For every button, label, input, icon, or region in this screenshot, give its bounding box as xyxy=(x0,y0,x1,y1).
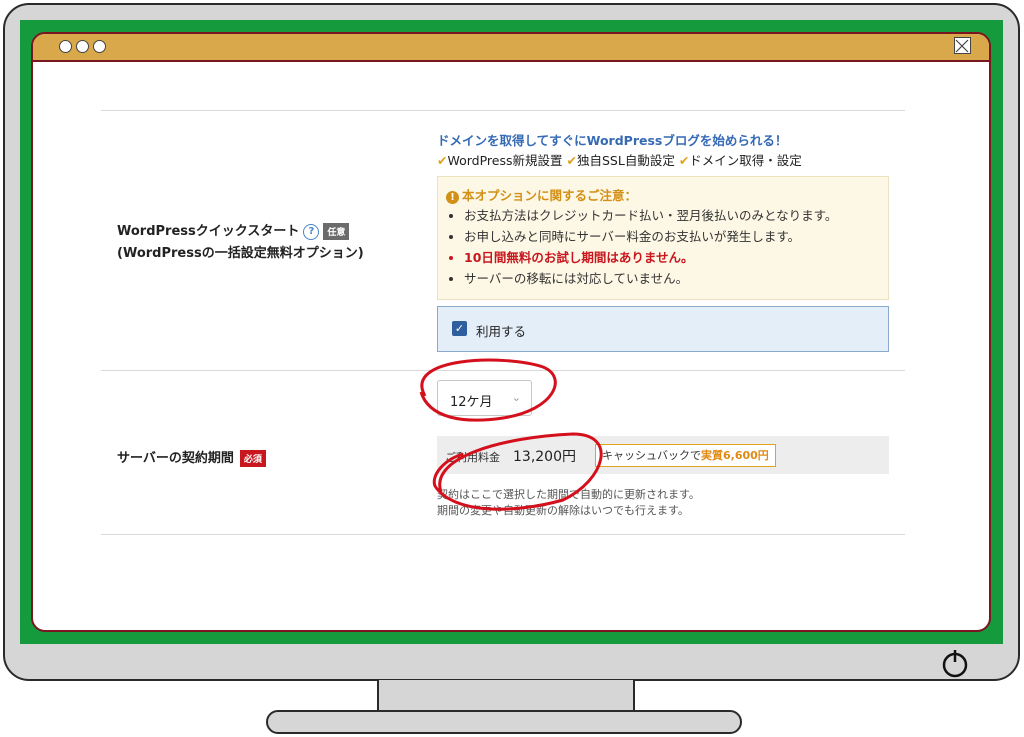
annotation-circles xyxy=(419,358,603,511)
window-dot-icon[interactable] xyxy=(76,40,89,53)
page-content: WordPressクイックスタート? 任意 (WordPressの一括設定無料オプ… xyxy=(33,62,989,630)
annotation-circle xyxy=(432,432,603,511)
window-dot-icon[interactable] xyxy=(93,40,106,53)
close-icon[interactable] xyxy=(954,37,971,54)
window-titlebar xyxy=(33,34,989,62)
browser-window: WordPressクイックスタート? 任意 (WordPressの一括設定無料オプ… xyxy=(31,32,991,632)
window-dot-icon[interactable] xyxy=(59,40,72,53)
annotation-circle xyxy=(419,358,557,422)
power-icon[interactable] xyxy=(940,648,970,678)
monitor-stand-base xyxy=(266,710,742,734)
monitor-stand-neck xyxy=(377,680,635,714)
